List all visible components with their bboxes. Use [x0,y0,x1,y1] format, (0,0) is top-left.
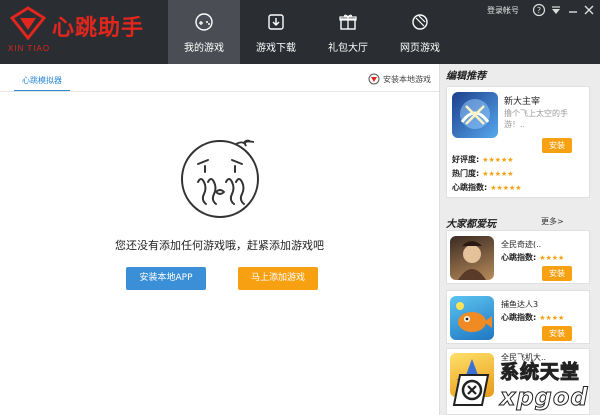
browser-game-icon [412,14,428,30]
game-art-icon [456,302,492,332]
svg-text:?: ? [537,6,541,15]
game-name: 全民飞机大.. [501,353,547,362]
game-rating: 心跳指数: ★★★★ [501,252,564,263]
install-local-app-button[interactable]: 安装本地APP [126,267,206,290]
gift-icon [339,14,357,30]
rating-label: 好评度: [452,155,480,164]
rating-hot: 热门度: ★★★★★ [452,168,514,179]
help-icon[interactable]: ? [532,3,546,17]
recommend-sidebar: 编辑推荐 新大主宰 撸个飞上太空的手游！.. 安装 好评度: ★★★★★ 热门度:… [439,64,600,415]
featured-game-desc: 撸个飞上太空的手游！.. [504,109,568,129]
nav-label: 我的游戏 [184,43,224,54]
my-games-panel: 心跳模拟器 安装本地游戏 您还没有添加任何游戏哦，赶紧添加游戏吧 安装本地APP… [0,64,439,415]
featured-game-name: 新大主宰 [504,97,541,107]
popular-game-item[interactable]: 全民奇迹(.. 心跳指数: ★★★★ 安装 [446,230,590,284]
logo-text: 心跳助手 [52,15,145,41]
game-thumbnail[interactable] [450,296,494,340]
nav-label: 网页游戏 [400,43,440,54]
main-nav: 我的游戏 游戏下载 礼包大厅 网页游戏 [168,0,456,64]
rating-good: 好评度: ★★★★★ [452,154,514,165]
rating-label: 心跳指数: [452,183,488,192]
install-button[interactable]: 安装 [542,326,572,341]
featured-title: 编辑推荐 [446,71,486,82]
logo-diamond-icon [10,6,46,40]
top-header: 心跳助手 XIN TIAO 我的游戏 游戏下载 礼包大厅 网页游戏 登录帐号 ? [0,0,600,64]
login-account-link[interactable]: 登录帐号 [487,5,519,16]
game-art-icon [456,359,488,385]
game-thumbnail[interactable] [450,353,494,397]
popular-game-item[interactable]: 捕鱼达人3 心跳指数: ★★★★ 安装 [446,290,590,344]
crying-face-icon [181,139,259,218]
game-art-icon [460,99,490,129]
star-rating-icon: ★★★★ [539,254,565,262]
menu-icon[interactable] [549,3,563,17]
app-logo: 心跳助手 XIN TIAO [0,0,168,64]
game-name: 捕鱼达人3 [501,300,539,309]
nav-my-games[interactable]: 我的游戏 [168,0,240,64]
tab-xintiao-emulator[interactable]: 心跳模拟器 [14,74,70,92]
star-rating-icon: ★★★★ [539,314,565,322]
logo-subtitle: XIN TIAO [8,44,51,53]
featured-game-card[interactable]: 新大主宰 撸个飞上太空的手游！.. 安装 好评度: ★★★★★ 热门度: ★★★★★… [446,86,590,198]
star-rating-icon: ★★★★★ [482,156,514,164]
game-art-icon [458,241,486,280]
install-local-icon [368,73,380,85]
rating-heartbeat: 心跳指数: ★★★★★ [452,182,522,193]
popular-title: 大家都爱玩 [446,219,496,230]
star-rating-icon: ★★★★★ [482,170,514,178]
nav-gift-hall[interactable]: 礼包大厅 [312,0,384,64]
close-icon[interactable] [582,3,596,17]
nav-web-games[interactable]: 网页游戏 [384,0,456,64]
game-thumbnail[interactable] [450,236,494,280]
nav-label: 游戏下载 [256,43,296,54]
popular-game-item[interactable]: 全民飞机大.. [446,348,590,415]
star-rating-icon: ★★★★★ [490,184,522,192]
nav-game-download[interactable]: 游戏下载 [240,0,312,64]
minimize-icon[interactable] [566,3,580,17]
rating-label: 热门度: [452,169,480,178]
install-button[interactable]: 安装 [542,266,572,281]
rating-label: 心跳指数: [501,253,537,262]
game-name: 全民奇迹(.. [501,240,542,249]
gamepad-icon [195,13,213,31]
empty-state-message: 您还没有添加任何游戏哦，赶紧添加游戏吧 [115,239,324,252]
add-game-button[interactable]: 马上添加游戏 [238,267,318,290]
nav-label: 礼包大厅 [328,43,368,54]
install-local-label: 安装本地游戏 [383,74,431,84]
featured-install-button[interactable]: 安装 [542,138,572,153]
tab-divider [0,91,439,92]
rating-label: 心跳指数: [501,313,537,322]
featured-game-thumbnail[interactable] [452,92,498,138]
game-rating: 心跳指数: ★★★★ [501,312,564,323]
download-icon [268,14,284,30]
install-local-game-link[interactable]: 安装本地游戏 [368,73,431,85]
more-link[interactable]: 更多> [541,216,564,227]
